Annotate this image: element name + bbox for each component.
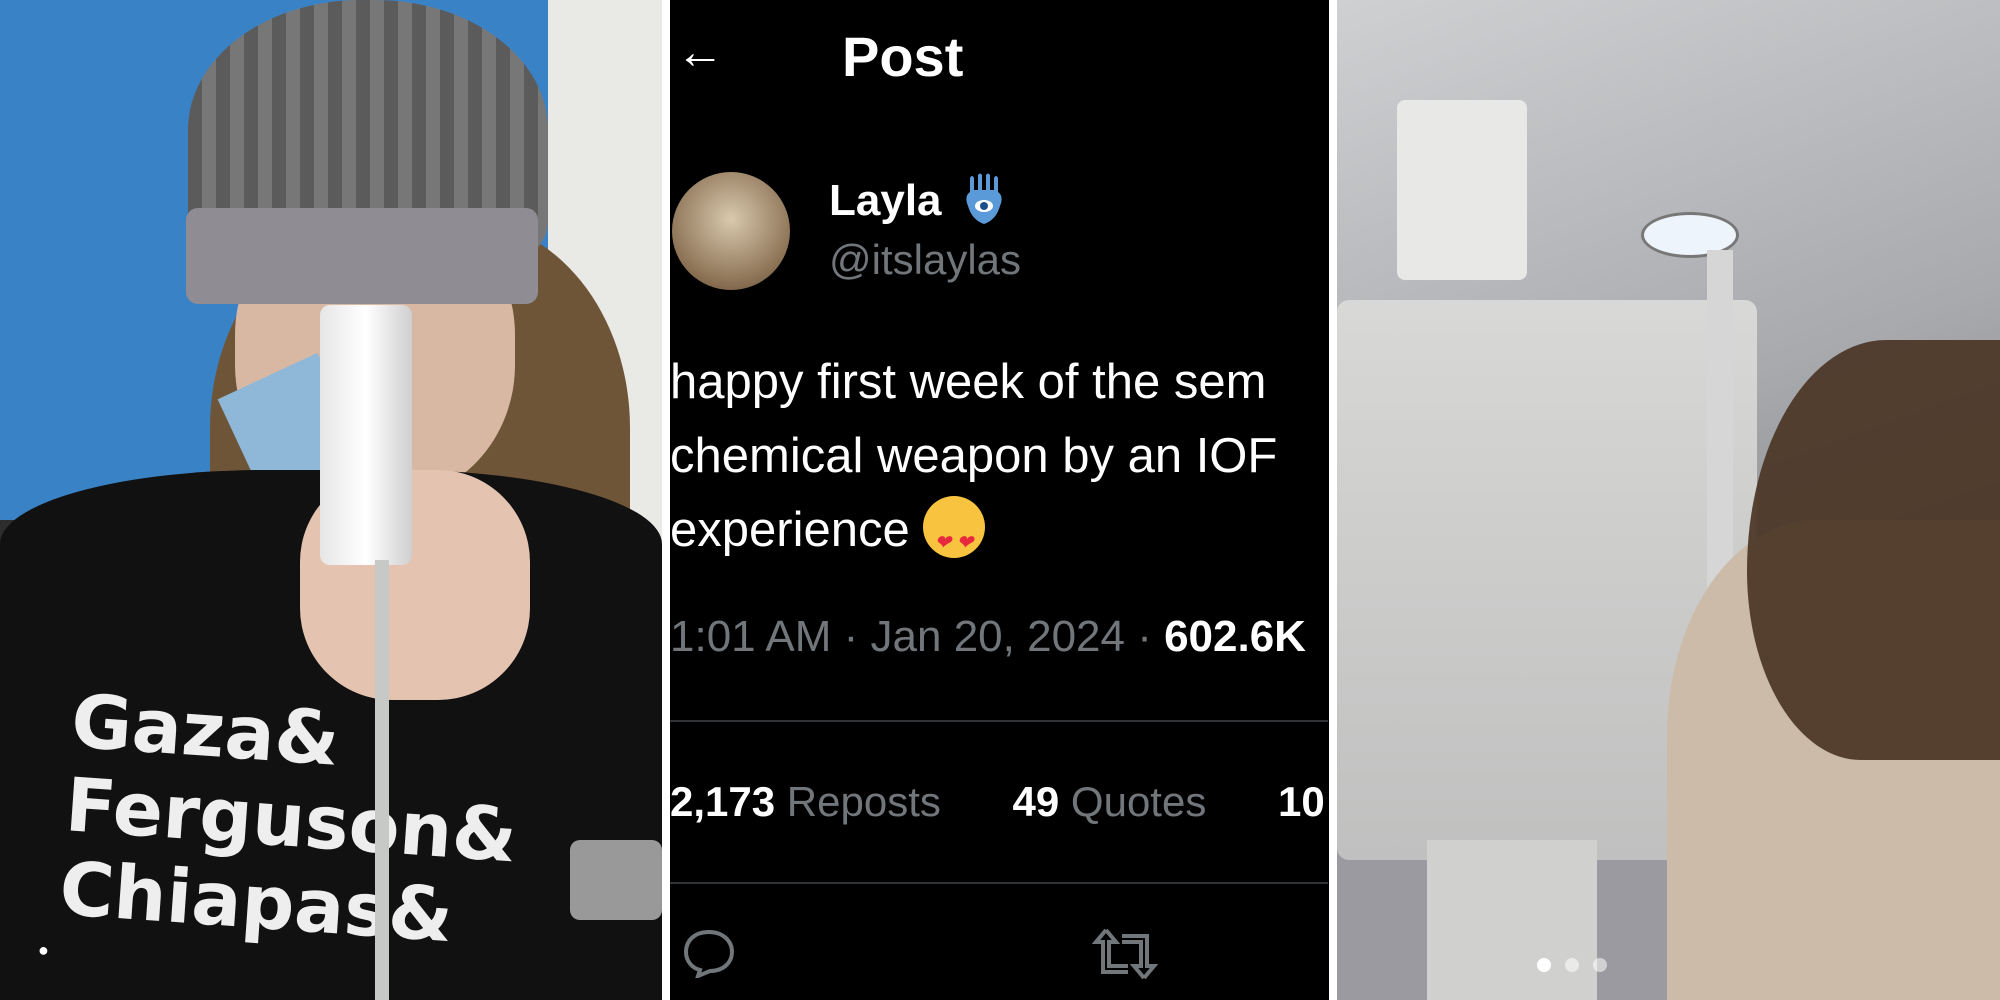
- quotes-label: Quotes: [1070, 778, 1207, 825]
- panel-divider: [1329, 0, 1337, 1000]
- reposts-stat[interactable]: 2,173 Reposts: [670, 778, 941, 826]
- post-text-line-last: experience: [670, 493, 1328, 580]
- author-handle[interactable]: @itslaylas: [829, 236, 1021, 284]
- post-text-line: happy first week of the sem: [670, 355, 1267, 409]
- heart-eyes-emoji-icon: [923, 496, 986, 580]
- back-arrow-icon[interactable]: ←: [676, 25, 724, 80]
- carousel-dots: [1537, 958, 1621, 977]
- likes-stat[interactable]: 10: [1278, 778, 1325, 826]
- page-title: Post: [842, 25, 964, 88]
- right-photo-panel: [1337, 0, 2000, 1000]
- quotes-count: 49: [1012, 778, 1060, 825]
- panel-divider: [662, 0, 670, 1000]
- repost-icon[interactable]: [1092, 926, 1158, 982]
- post-text-line: chemical weapon by an IOF: [670, 429, 1278, 483]
- reposts-count: 2,173: [670, 778, 776, 825]
- hamsa-icon: [966, 173, 1002, 224]
- avatar[interactable]: [672, 172, 790, 290]
- photo-shirt-text: Gaza& Ferguson& Chiapas&: [57, 678, 662, 972]
- photo-inhaler: [320, 305, 412, 565]
- divider-line: [670, 882, 1328, 884]
- post-panel: ← Post Layla @itslaylas happy first week…: [670, 0, 1328, 1000]
- quotes-stat[interactable]: 49 Quotes: [1013, 778, 1207, 826]
- photo-eye-blur: [186, 208, 538, 304]
- likes-count: 10: [1278, 778, 1325, 825]
- photo-tube: [375, 560, 389, 1000]
- reposts-label: Reposts: [786, 778, 941, 825]
- post-meta: 1:01 AM · Jan 20, 2024 · 602.6K: [670, 612, 1306, 662]
- post-views: 602.6K: [1164, 612, 1306, 661]
- person-icon[interactable]: ●: [38, 940, 58, 960]
- carousel-dot[interactable]: [1537, 958, 1551, 972]
- photo-sleeve-blur: [570, 840, 662, 920]
- reply-icon[interactable]: [682, 928, 736, 978]
- photo-monitor-module: [1397, 100, 1527, 280]
- post-stats: 2,173 Reposts 49 Quotes 10: [670, 778, 1328, 826]
- divider-line: [670, 720, 1328, 722]
- carousel-dot[interactable]: [1593, 958, 1607, 972]
- post-body: happy first week of the sem chemical wea…: [670, 345, 1328, 580]
- post-text-line: experience: [670, 503, 910, 557]
- post-header: ← Post: [670, 20, 1328, 90]
- carousel-dot[interactable]: [1565, 958, 1579, 972]
- post-timestamp[interactable]: 1:01 AM · Jan 20, 2024 ·: [670, 612, 1164, 661]
- author-name[interactable]: Layla: [829, 176, 942, 226]
- left-photo-panel: Gaza& Ferguson& Chiapas& ●: [0, 0, 662, 1000]
